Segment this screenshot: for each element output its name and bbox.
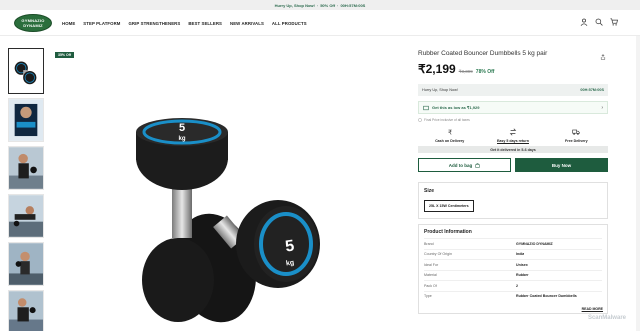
info-value: Rubber Coated Bouncer Dumbbells — [516, 294, 577, 299]
thumbnail-dumbbell[interactable] — [8, 48, 44, 94]
purchase-actions: Add to bag Buy Now — [418, 158, 608, 172]
chevron-right-icon: › — [601, 104, 603, 111]
main-product-image[interactable]: 5 kg 5 kg — [120, 118, 330, 323]
announcement-text: Hurry Up, Shop Now! — [274, 2, 315, 8]
delivery-estimate: Get it delivered in 5-6 days — [418, 146, 608, 153]
info-row: Country Of Origin India — [424, 248, 602, 260]
read-more-link[interactable]: READ MORE — [582, 307, 603, 311]
info-value: India — [516, 252, 525, 257]
info-value: Unisex — [516, 262, 528, 267]
sale-price: ₹2,199 — [418, 62, 456, 76]
size-option[interactable]: 25L X 15W Centimeters — [424, 200, 474, 212]
discount-badge: 35% Off — [55, 52, 75, 58]
offer-text: Get this as low as ₹1,929 — [432, 105, 480, 110]
tag-icon — [423, 105, 429, 110]
feature-list: ₹ Cash on Delivery Easy 5 days return Fr… — [418, 128, 608, 143]
announcement-discount: 50% Off — [320, 2, 336, 8]
user-icon[interactable] — [580, 18, 588, 26]
info-key: Pack Of — [424, 283, 437, 288]
product-title: Rubber Coated Bouncer Dumbbells 5 kg pai… — [418, 50, 548, 57]
add-to-bag-label: Add to bag — [448, 162, 473, 168]
announcement-bar: Hurry Up, Shop Now! · 50% Off · 00H:57M:… — [0, 0, 640, 10]
tax-note-text: Final Price inclusive of all taxes — [424, 118, 470, 122]
info-row: Ideal For Unisex — [424, 259, 602, 270]
urgency-banner: Hurry Up, Shop Now! 00H:57M:00S — [418, 84, 608, 96]
offer-banner[interactable]: Get this as low as ₹1,929 › — [418, 101, 608, 114]
feature-delivery-label: Free Delivery — [565, 139, 588, 143]
discount-percent: 78% Off — [475, 69, 495, 75]
nav-step-platform[interactable]: STEP PLATFORM — [83, 21, 120, 26]
svg-text:₹: ₹ — [448, 129, 452, 136]
info-key: Ideal For — [424, 262, 439, 267]
info-value: GYMNAZIO DYNAMIZ — [516, 241, 553, 246]
feature-return[interactable]: Easy 5 days return — [483, 128, 543, 143]
thumbnail-gallery — [8, 48, 44, 331]
announcement-timer: 00H:57M:00S — [340, 2, 366, 8]
info-value: 2 — [516, 283, 518, 288]
price-row: ₹2,199 ₹3,399 78% Off — [418, 62, 608, 76]
page-scrollbar[interactable] — [636, 36, 640, 331]
brand-logo[interactable]: GYMNAZIO DYNAMIZ — [14, 14, 52, 32]
info-key: Brand — [424, 241, 434, 246]
product-info-heading: Product Information — [424, 229, 472, 235]
plate-label-unit-top: kg — [178, 136, 185, 142]
feature-cod: ₹ Cash on Delivery — [420, 128, 480, 143]
thumbnail-workout-2[interactable] — [8, 194, 44, 238]
plate-label-unit: kg — [286, 259, 295, 267]
urgency-timer: 00H:57M:00S — [580, 88, 604, 92]
product-details: Rubber Coated Bouncer Dumbbells 5 kg pai… — [418, 50, 608, 314]
header-icons — [580, 18, 618, 26]
add-to-bag-button[interactable]: Add to bag — [418, 158, 511, 172]
feature-delivery: Free Delivery — [546, 128, 606, 143]
thumbnail-poster[interactable] — [8, 98, 44, 142]
announcement-separator: · — [337, 2, 339, 8]
thumbnail-workout-1[interactable] — [8, 146, 44, 190]
info-key: Type — [424, 294, 432, 299]
thumbnail-workout-3[interactable] — [8, 242, 44, 286]
info-row: Material Rubber — [424, 269, 602, 281]
info-row: Pack Of 2 — [424, 280, 602, 291]
nav-home[interactable]: HOME — [62, 21, 75, 26]
bag-icon — [475, 162, 480, 168]
return-icon — [509, 128, 517, 136]
main-nav: HOME STEP PLATFORM GRIP STRENGTHENERS BE… — [62, 10, 307, 36]
info-icon — [418, 118, 422, 122]
cart-icon[interactable] — [610, 18, 618, 26]
info-key: Material — [424, 273, 437, 278]
truck-icon — [572, 129, 580, 135]
plate-label-weight-top: 5 — [179, 122, 185, 134]
info-key: Country Of Origin — [424, 252, 452, 257]
size-selector: Size 25L X 15W Centimeters — [418, 182, 608, 219]
info-value: Rubber — [516, 273, 529, 278]
nav-best-sellers[interactable]: BEST SELLERS — [188, 21, 222, 26]
watermark: ScanMalware — [587, 315, 626, 321]
size-heading: Size — [424, 188, 435, 194]
info-row: Type Rubber Coated Bouncer Dumbbells — [424, 290, 602, 302]
nav-new-arrivals[interactable]: NEW ARRIVALS — [230, 21, 264, 26]
announcement-separator: · — [316, 2, 319, 8]
site-header: GYMNAZIO DYNAMIZ HOME STEP PLATFORM GRIP… — [0, 10, 640, 36]
thumbnail-workout-4[interactable] — [8, 290, 44, 331]
share-icon[interactable] — [600, 54, 606, 60]
mrp-price: ₹3,399 — [458, 69, 473, 74]
feature-return-label[interactable]: Easy 5 days return — [497, 139, 529, 143]
info-row: Brand GYMNAZIO DYNAMIZ — [424, 238, 602, 249]
buy-now-button[interactable]: Buy Now — [515, 158, 608, 172]
urgency-text: Hurry Up, Shop Now! — [422, 88, 458, 92]
nav-all-products[interactable]: ALL PRODUCTS — [272, 21, 307, 26]
search-icon[interactable] — [595, 18, 603, 26]
nav-grip-strengtheners[interactable]: GRIP STRENGTHENERS — [128, 21, 180, 26]
feature-cod-label: Cash on Delivery — [435, 139, 465, 143]
product-information: Product Information Brand GYMNAZIO DYNAMI… — [418, 224, 608, 314]
tax-note: Final Price inclusive of all taxes — [418, 118, 608, 122]
logo-line-2: DYNAMIZ — [23, 23, 43, 28]
cash-icon: ₹ — [448, 129, 452, 136]
